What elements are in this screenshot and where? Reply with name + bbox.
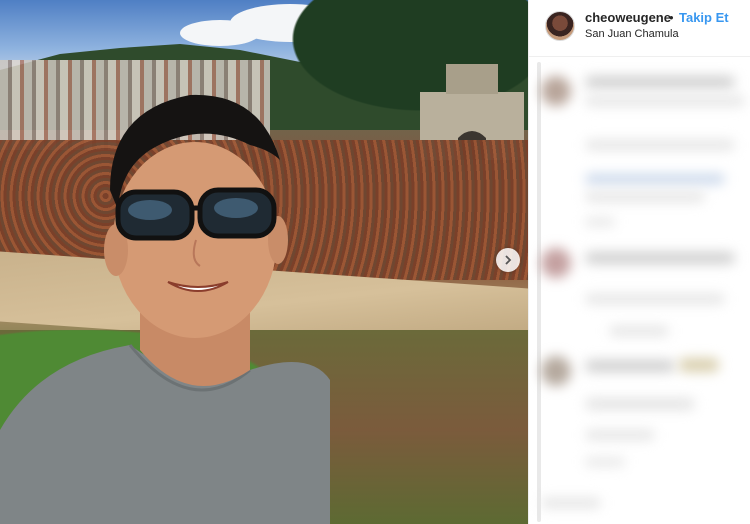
blurred-avatar: [541, 356, 571, 386]
post-photo[interactable]: [0, 0, 528, 524]
blurred-text: [585, 76, 735, 88]
blurred-text: [541, 498, 601, 508]
blurred-avatar: [541, 248, 571, 278]
post-header: cheoweugene • Takip Et San Juan Chamula: [529, 0, 750, 57]
post-sidebar: cheoweugene • Takip Et San Juan Chamula: [528, 0, 750, 524]
avatar[interactable]: [545, 11, 575, 41]
comments-area-blurred: [529, 58, 750, 524]
blurred-avatar: [541, 76, 571, 106]
next-photo-button[interactable]: [496, 248, 520, 272]
blurred-text: [585, 140, 735, 150]
blurred-text: [609, 326, 669, 336]
follow-button[interactable]: Takip Et: [679, 10, 729, 25]
blurred-text: [585, 174, 725, 184]
blurred-text: [585, 192, 705, 202]
blurred-text: [585, 360, 675, 372]
separator-dot: •: [669, 10, 674, 25]
blurred-text: [585, 458, 625, 466]
blurred-text: [679, 358, 719, 372]
blurred-text: [585, 96, 745, 106]
blurred-text: [585, 252, 735, 264]
blurred-text: [585, 398, 695, 410]
blurred-text: [585, 294, 725, 304]
blurred-text: [585, 218, 615, 226]
username-link[interactable]: cheoweugene: [585, 10, 671, 25]
location-link[interactable]: San Juan Chamula: [585, 28, 679, 40]
selfie-person: [0, 94, 330, 524]
blurred-text: [585, 430, 655, 440]
chevron-right-icon: [505, 255, 512, 265]
